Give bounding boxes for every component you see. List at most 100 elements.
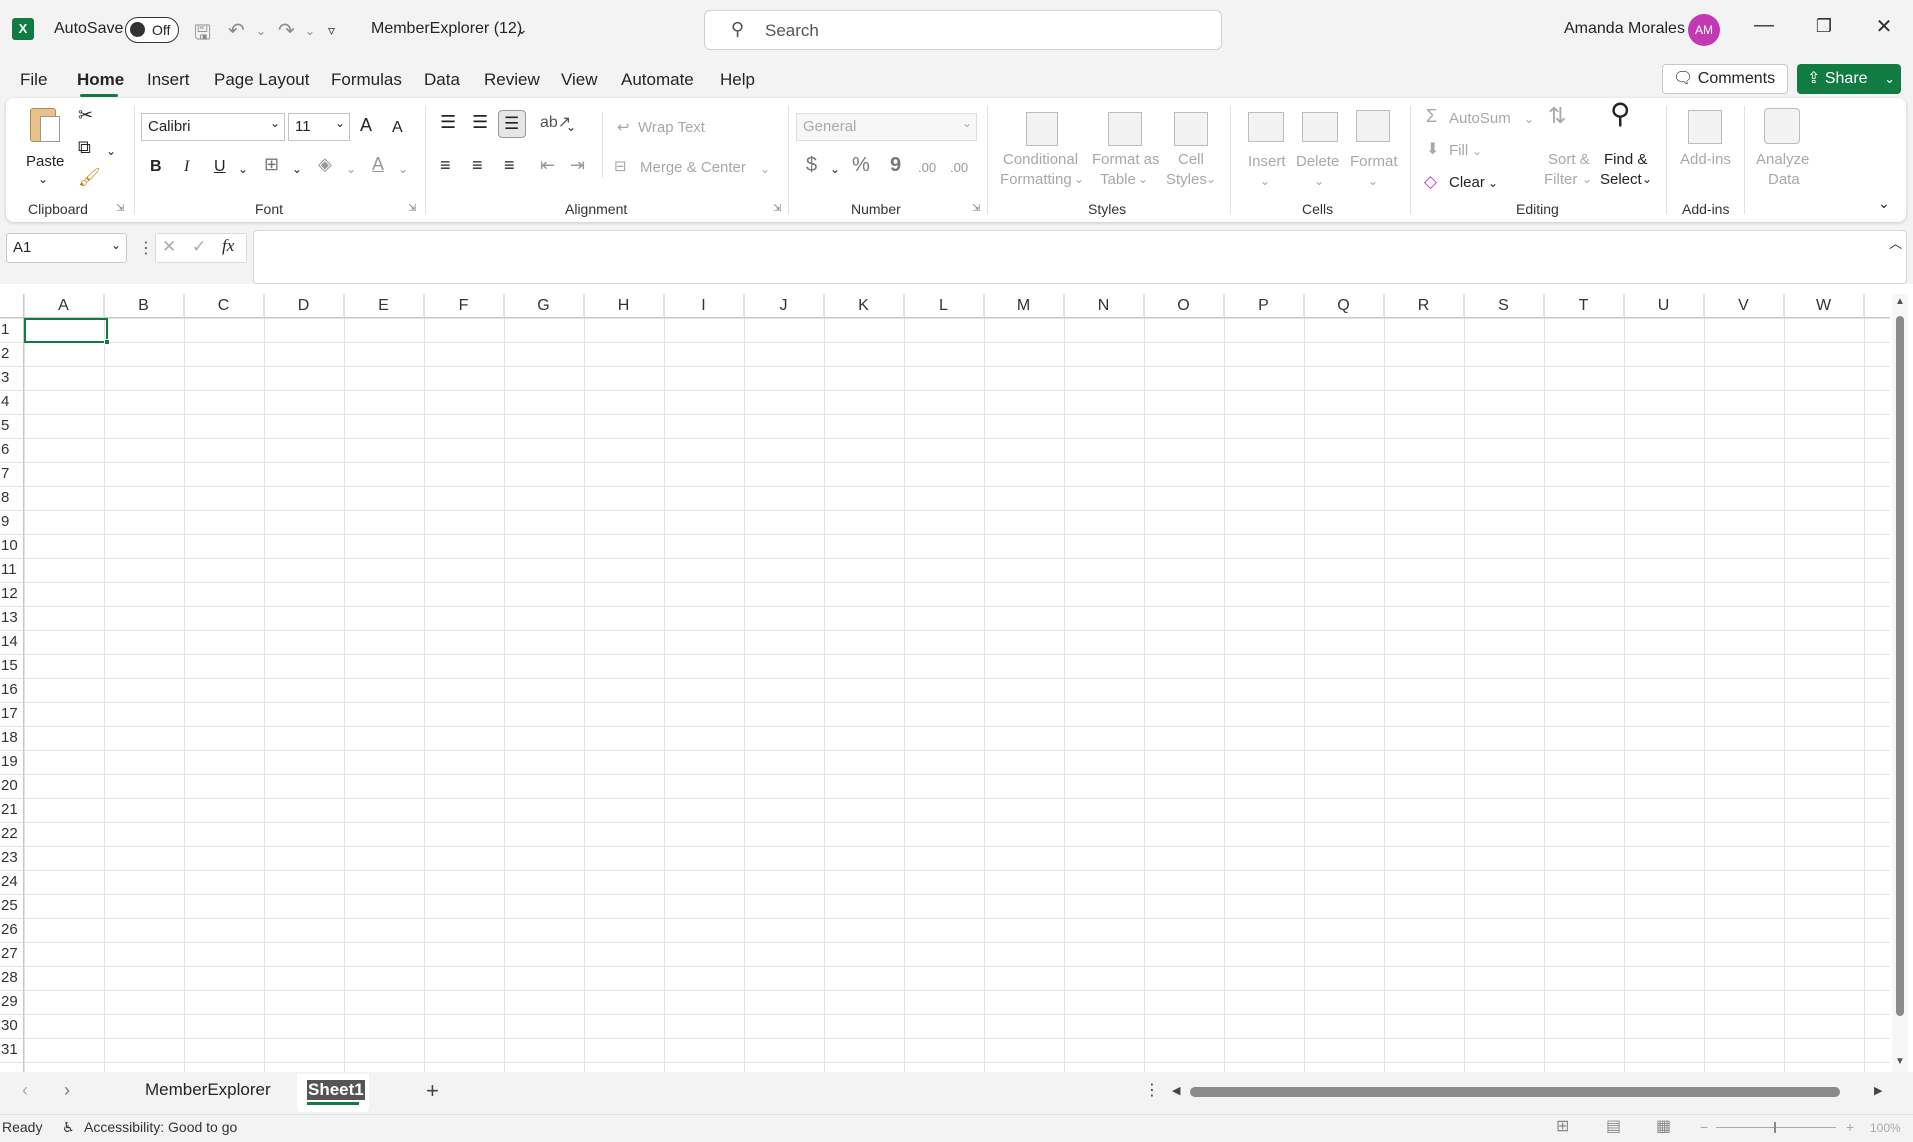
copy-icon[interactable]: ⧉ <box>78 138 91 157</box>
wrap-text-icon[interactable]: ↩ <box>617 118 630 137</box>
row-header-9[interactable]: 9 <box>0 513 24 530</box>
find-select-label-1[interactable]: Find & <box>1604 150 1647 169</box>
row-header-23[interactable]: 23 <box>0 849 24 866</box>
chevron-down-icon[interactable]: ⌄ <box>1368 172 1378 191</box>
chevron-down-icon[interactable]: ⌄ <box>1260 172 1270 191</box>
sort-filter-label-1[interactable]: Sort & <box>1548 150 1590 169</box>
vertical-scroll-thumb[interactable] <box>1896 316 1904 1016</box>
tab-file[interactable]: File <box>20 70 47 90</box>
page-break-view-icon[interactable]: ▦ <box>1656 1116 1671 1136</box>
column-header-r[interactable]: R <box>1384 294 1464 318</box>
sort-filter-label-2[interactable]: Filter <box>1544 170 1577 189</box>
insert-cells-button[interactable]: Insert <box>1248 152 1286 171</box>
horizontal-scroll-thumb[interactable] <box>1190 1087 1840 1097</box>
row-header-15[interactable]: 15 <box>0 657 24 674</box>
vertical-scrollbar[interactable]: ▲ ▼ <box>1892 294 1908 1072</box>
column-header-f[interactable]: F <box>424 294 504 318</box>
align-right-icon[interactable]: ≡ <box>504 156 515 175</box>
analyze-data-label-2[interactable]: Data <box>1768 170 1800 189</box>
row-header-10[interactable]: 10 <box>0 537 24 554</box>
merge-dropdown-icon[interactable]: ⌄ <box>760 160 770 179</box>
decrease-indent-icon[interactable]: ⇤ <box>540 156 555 175</box>
avatar[interactable]: AM <box>1688 14 1720 46</box>
scroll-right-icon[interactable]: ▶ <box>1874 1084 1882 1097</box>
shrink-font-icon[interactable]: A <box>392 118 403 137</box>
row-header-25[interactable]: 25 <box>0 897 24 914</box>
next-sheet-icon[interactable]: › <box>64 1080 70 1101</box>
redo-icon[interactable]: ↷ <box>278 18 295 43</box>
font-launcher-icon[interactable]: ⇲ <box>408 203 416 214</box>
row-header-1[interactable]: 1 <box>0 321 24 338</box>
row-header-12[interactable]: 12 <box>0 585 24 602</box>
autosum-dropdown-icon[interactable]: ⌄ <box>1524 110 1534 129</box>
column-header-a[interactable]: A <box>24 294 104 318</box>
column-header-w[interactable]: W <box>1784 294 1864 318</box>
minimize-icon[interactable]: — <box>1744 14 1784 37</box>
borders-dropdown-icon[interactable]: ⌄ <box>292 160 302 179</box>
row-header-13[interactable]: 13 <box>0 609 24 626</box>
chevron-down-icon[interactable]: ⌄ <box>1582 170 1592 189</box>
spreadsheet-grid[interactable]: ABCDEFGHIJKLMNOPQRSTUVW 1 2 3 4 5 6 7 8 9 10 11 12 1… <box>0 294 1890 1072</box>
fill-color-icon[interactable]: ◈ <box>318 155 332 174</box>
column-header-v[interactable]: V <box>1704 294 1784 318</box>
analyze-data-label-1[interactable]: Analyze <box>1756 150 1809 169</box>
clear-dropdown-icon[interactable]: ⌄ <box>1488 174 1498 193</box>
orientation-dropdown-icon[interactable]: ⌄ <box>566 118 576 137</box>
autosum-icon[interactable]: Σ <box>1426 107 1437 126</box>
alignment-launcher-icon[interactable]: ⇲ <box>773 203 781 214</box>
column-header-g[interactable]: G <box>504 294 584 318</box>
column-header-c[interactable]: C <box>184 294 264 318</box>
merge-center-icon[interactable]: ⊟ <box>614 157 627 176</box>
ribbon-collapse-icon[interactable]: ⌄ <box>1878 194 1890 213</box>
chevron-down-icon[interactable]: ⌄ <box>1314 172 1324 191</box>
column-header-t[interactable]: T <box>1544 294 1624 318</box>
font-size-dropdown[interactable]: 11 ⌄ <box>288 113 350 141</box>
cell-styles-label-2[interactable]: Styles <box>1166 170 1207 189</box>
zoom-slider-thumb[interactable] <box>1774 1122 1776 1133</box>
name-box[interactable]: A1 ⌄ <box>6 233 127 263</box>
fill-color-dropdown-icon[interactable]: ⌄ <box>346 160 356 179</box>
cancel-entry-icon[interactable]: ✕ <box>162 237 176 257</box>
wrap-text-button[interactable]: Wrap Text <box>638 118 705 137</box>
column-header-j[interactable]: J <box>744 294 824 318</box>
format-as-table-label-1[interactable]: Format as <box>1092 150 1160 169</box>
column-header-e[interactable]: E <box>344 294 424 318</box>
restore-icon[interactable]: ❐ <box>1804 16 1844 37</box>
align-top-icon[interactable]: ☰ <box>440 113 456 132</box>
font-color-dropdown-icon[interactable]: ⌄ <box>398 160 408 179</box>
number-format-dropdown[interactable]: General ⌄ <box>796 113 977 141</box>
accessibility-icon[interactable]: ♿ <box>62 1119 75 1136</box>
bold-button[interactable]: B <box>150 157 162 176</box>
column-header-o[interactable]: O <box>1144 294 1224 318</box>
comma-style-icon[interactable]: 9 <box>890 155 901 175</box>
redo-dropdown-icon[interactable]: ⌄ <box>305 24 315 38</box>
row-header-7[interactable]: 7 <box>0 465 24 482</box>
accessibility-status[interactable]: Accessibility: Good to go <box>84 1119 237 1135</box>
prev-sheet-icon[interactable]: ‹ <box>22 1080 28 1101</box>
close-icon[interactable]: ✕ <box>1864 14 1904 39</box>
font-name-dropdown[interactable]: Calibri ⌄ <box>141 113 285 141</box>
row-header-24[interactable]: 24 <box>0 873 24 890</box>
row-header-4[interactable]: 4 <box>0 393 24 410</box>
undo-icon[interactable]: ↶ <box>228 18 245 43</box>
format-cells-button[interactable]: Format <box>1350 152 1398 171</box>
underline-button[interactable]: U <box>214 157 226 176</box>
row-header-8[interactable]: 8 <box>0 489 24 506</box>
align-left-icon[interactable]: ≡ <box>440 156 451 175</box>
row-header-26[interactable]: 26 <box>0 921 24 938</box>
column-header-i[interactable]: I <box>664 294 744 318</box>
tab-data[interactable]: Data <box>424 70 460 90</box>
chevron-down-icon[interactable]: ⌄ <box>1642 170 1652 189</box>
align-bottom-button[interactable]: ☰ <box>498 110 526 138</box>
add-ins-button[interactable]: Add-ins <box>1680 150 1731 169</box>
fill-button[interactable]: Fill <box>1449 141 1468 160</box>
column-header-h[interactable]: H <box>584 294 664 318</box>
column-header-q[interactable]: Q <box>1304 294 1384 318</box>
conditional-formatting-label-1[interactable]: Conditional <box>1003 150 1078 169</box>
column-header-m[interactable]: M <box>984 294 1064 318</box>
number-launcher-icon[interactable]: ⇲ <box>972 203 980 214</box>
normal-view-icon[interactable]: ⊞ <box>1556 1116 1569 1136</box>
row-header-29[interactable]: 29 <box>0 993 24 1010</box>
customize-qat-icon[interactable]: ▿ <box>328 22 335 39</box>
zoom-in-icon[interactable]: + <box>1846 1119 1854 1135</box>
